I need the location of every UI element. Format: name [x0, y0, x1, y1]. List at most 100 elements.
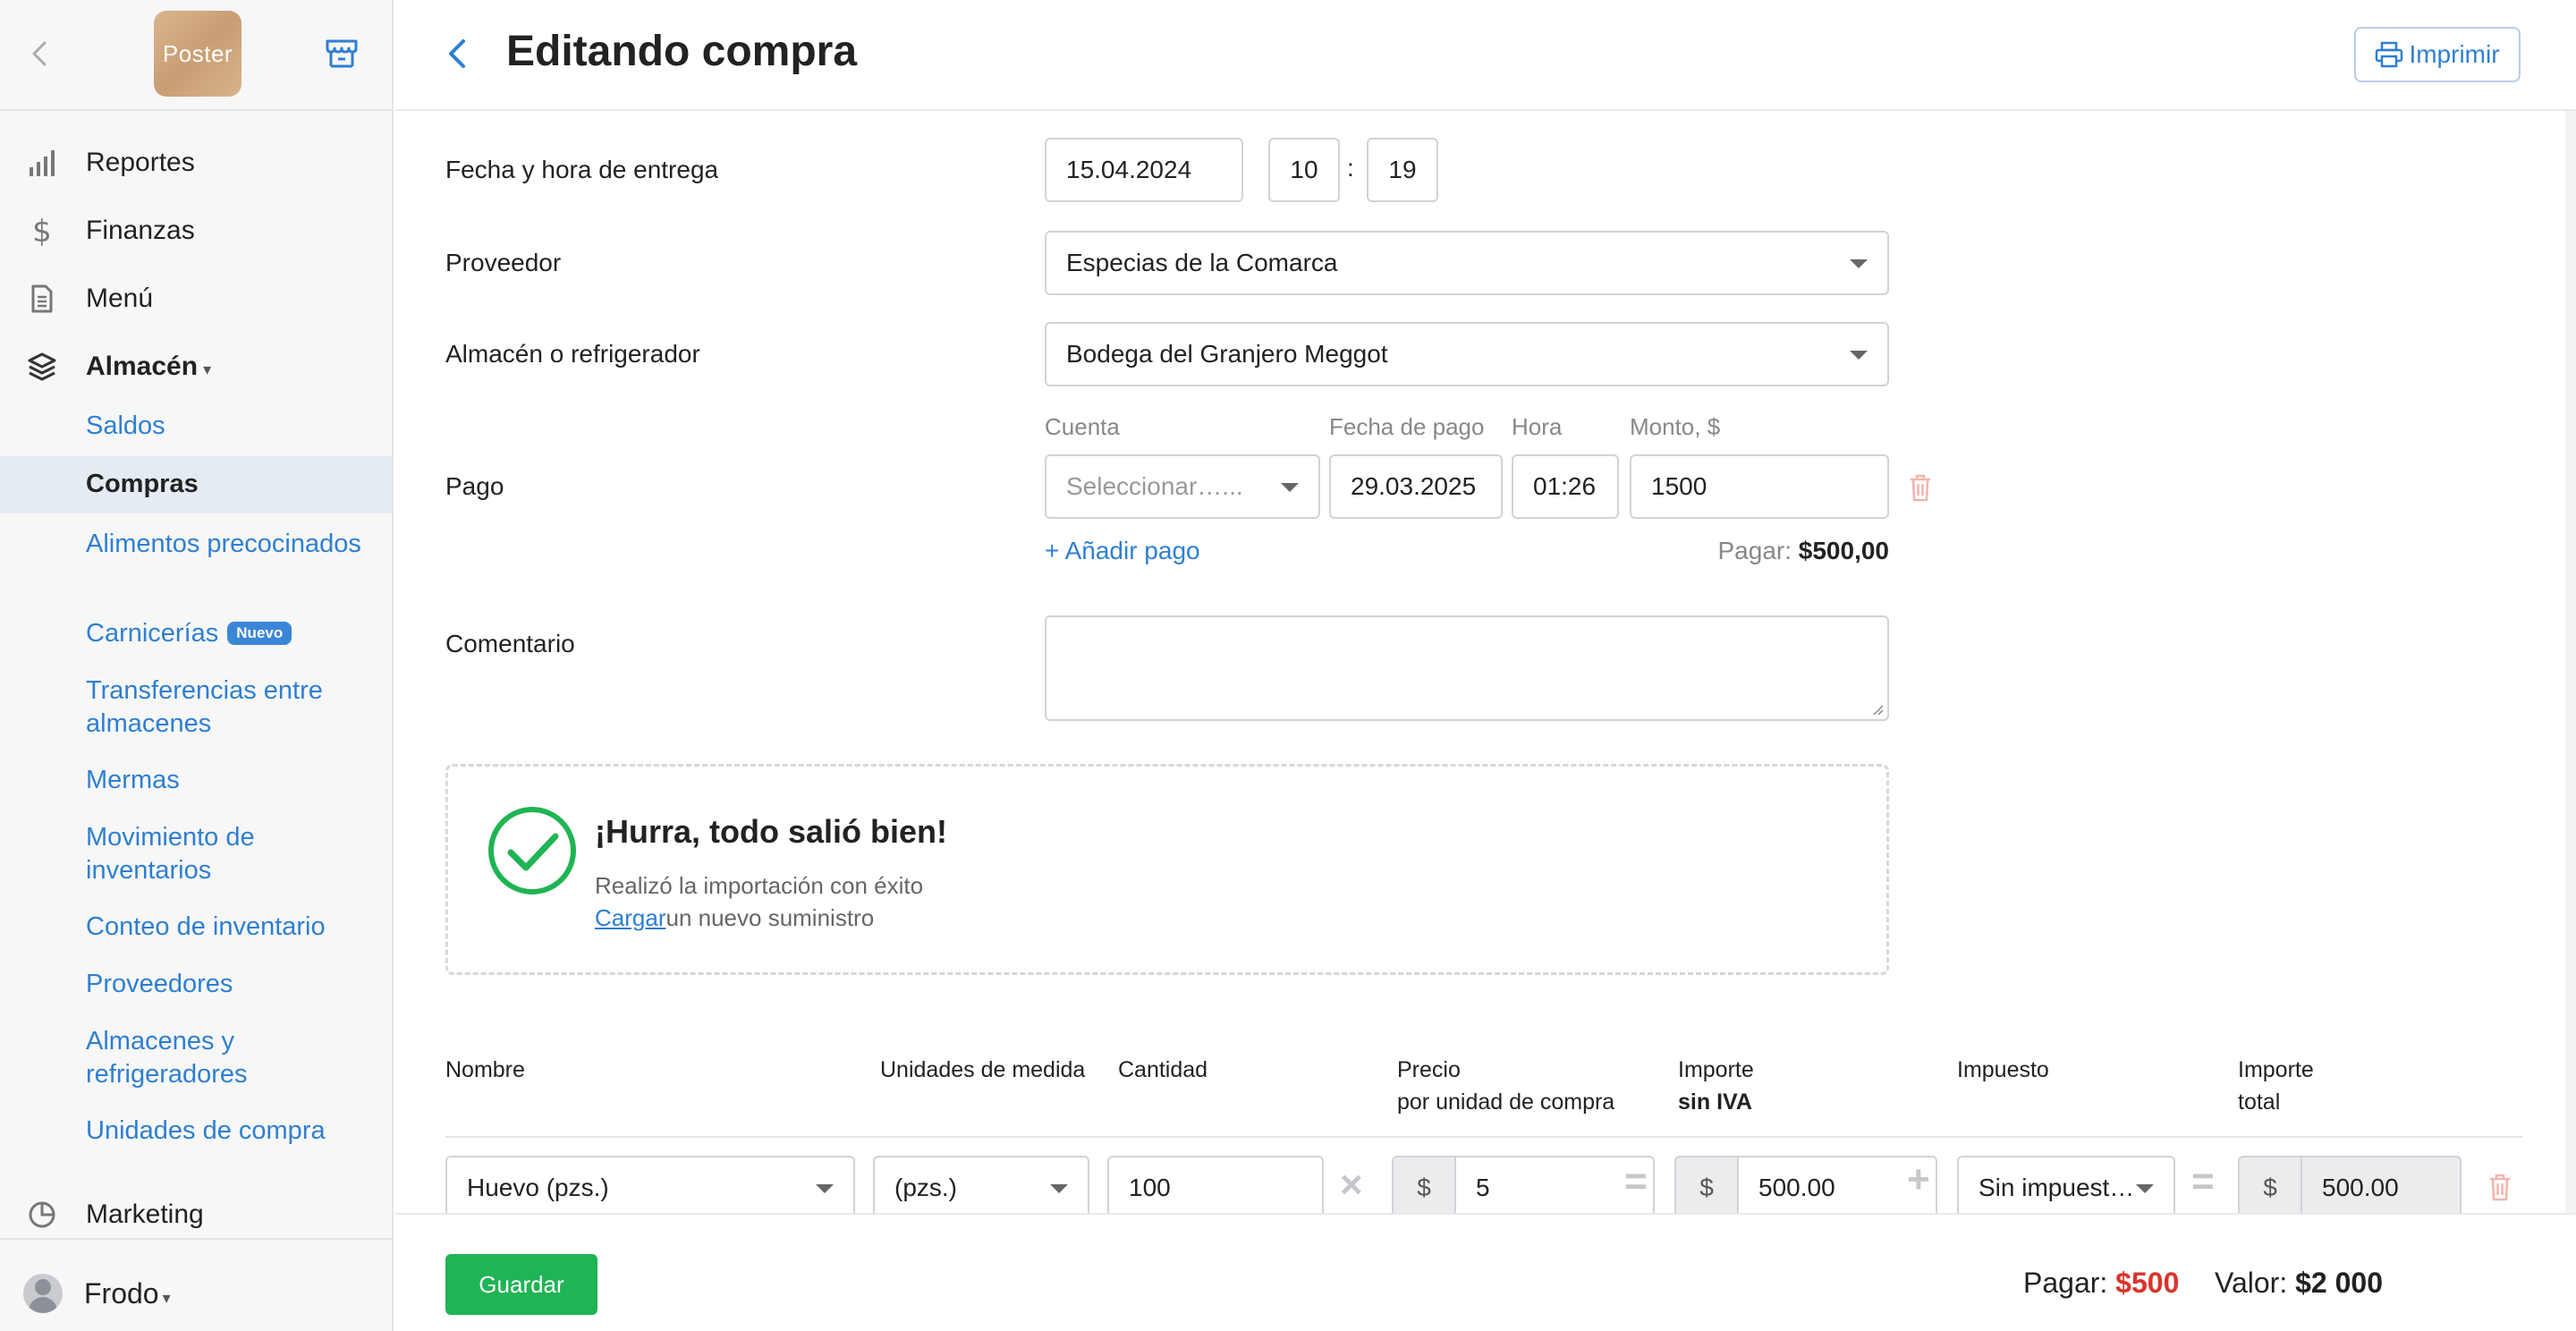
delivery-label: Fecha y hora de entrega — [445, 156, 719, 183]
upload-link[interactable]: Cargar — [595, 904, 665, 931]
sidebar-item-unidades[interactable]: Unidades de compra — [0, 1115, 392, 1150]
add-payment-link[interactable]: + Añadir pago — [1045, 537, 1200, 565]
sidebar-item-label: Carnicerías Nuevo — [86, 617, 372, 650]
document-icon — [31, 284, 53, 313]
sidebar-item-compras[interactable]: Compras — [0, 456, 392, 513]
layers-icon — [28, 352, 56, 381]
delivery-hour-input[interactable]: 10 — [1268, 138, 1340, 202]
nav-label: Menú — [86, 284, 154, 313]
chevron-down-icon — [1281, 483, 1299, 492]
th-total: Importe total — [2238, 1057, 2314, 1115]
th-units: Unidades de medida — [880, 1057, 1086, 1082]
sidebar-item-almacenes[interactable]: Almacenes y refrigeradores — [0, 1025, 392, 1093]
plus-icon: + — [1907, 1157, 1930, 1201]
total-currency: $ — [2238, 1156, 2302, 1213]
total-value: 500.00 — [2302, 1156, 2462, 1213]
quantity-input[interactable]: 100 — [1107, 1156, 1324, 1213]
svg-text:$: $ — [32, 216, 52, 246]
warehouse-label: Almacén o refrigerador — [445, 340, 700, 368]
pay-hour-input[interactable]: 01:26 — [1512, 454, 1619, 519]
payment-total: Pagar: $500,00 — [1717, 537, 1890, 564]
table-divider — [445, 1136, 2522, 1138]
sidebar-item-carnicerias[interactable]: Carnicerías Nuevo — [0, 617, 392, 653]
th-amount: Importe sin IVA — [1678, 1057, 1754, 1115]
success-message: Realizó la importación con éxito — [595, 872, 924, 899]
tax-select[interactable]: Sin impuest… — [1957, 1156, 2175, 1213]
ingredient-select[interactable]: Huevo (pzs.) — [445, 1156, 855, 1213]
ingredient-value: Huevo (pzs.) — [467, 1174, 609, 1201]
check-circle-icon — [488, 807, 576, 894]
dollar-icon: $ — [32, 216, 52, 246]
nav-item-menu[interactable]: Menú — [0, 272, 392, 326]
sidebar-item-proveedores[interactable]: Proveedores — [0, 968, 392, 1004]
chevron-left-icon[interactable] — [27, 36, 54, 72]
pay-amount-input[interactable]: 1500 — [1630, 454, 1889, 519]
sidebar-item-transferencias[interactable]: Transferencias entre almacenes — [0, 674, 392, 742]
nav-label: Almacén ▾ — [86, 352, 212, 381]
sidebar-item-label: Alimentos precocinados — [86, 530, 361, 558]
trash-icon[interactable] — [1907, 472, 1934, 503]
supplier-select[interactable]: Especias de la Comarca — [1045, 231, 1889, 295]
purchase-form: Fecha y hora de entrega 15.04.2024 10 : … — [395, 111, 2576, 1213]
avatar — [23, 1274, 63, 1313]
sidebar-item-movimiento[interactable]: Movimiento de inventarios — [0, 821, 392, 889]
sidebar-header: Poster — [0, 0, 392, 111]
sidebar-item-saldos[interactable]: Saldos — [0, 410, 392, 445]
pay-date-input[interactable]: 29.03.2025 — [1329, 454, 1503, 519]
success-upload-line: Cargarun nuevo suministro — [595, 904, 875, 931]
sidebar-item-alimentos-precocinados[interactable]: Alimentos precocinados — [0, 528, 392, 596]
nav-label: Reportes — [86, 148, 195, 177]
account-select[interactable]: Seleccionar…... — [1045, 454, 1320, 519]
pie-chart-icon — [29, 1201, 55, 1228]
price-currency: $ — [1392, 1156, 1456, 1213]
footer-value-total: Valor: $2 000 — [2215, 1267, 2383, 1299]
delivery-date-input[interactable]: 15.04.2024 — [1045, 138, 1243, 202]
sidebar: Poster Reportes $ Finanzas Menú Almacén … — [0, 0, 394, 1331]
sidebar-item-mermas[interactable]: Mermas — [0, 764, 392, 800]
app-logo[interactable]: Poster — [154, 11, 242, 97]
col-paydate: Fecha de pago — [1329, 413, 1485, 440]
nav-item-reportes[interactable]: Reportes — [0, 136, 392, 190]
success-title: ¡Hurra, todo salió bien! — [595, 813, 948, 850]
time-separator: : — [1347, 154, 1354, 182]
user-menu[interactable]: Frodo ▾ — [0, 1238, 392, 1331]
warehouse-select[interactable]: Bodega del Granjero Meggot — [1045, 322, 1889, 386]
sidebar-item-label: Unidades de compra — [86, 1116, 326, 1145]
col-hour: Hora — [1512, 413, 1563, 440]
th-name: Nombre — [445, 1057, 525, 1082]
new-badge: Nuevo — [227, 622, 292, 645]
col-account: Cuenta — [1045, 413, 1120, 440]
nav-label: Finanzas — [86, 216, 195, 245]
import-success-panel: ¡Hurra, todo salió bien! Realizó la impo… — [445, 764, 1889, 975]
page-header: Editando compra Imprimir — [395, 0, 2576, 111]
equals-icon: = — [2191, 1159, 2215, 1203]
bar-chart-icon — [30, 150, 55, 176]
print-button[interactable]: Imprimir — [2354, 27, 2521, 82]
store-icon[interactable] — [324, 38, 360, 70]
back-arrow-icon[interactable] — [444, 36, 470, 72]
chevron-down-icon — [1050, 1184, 1068, 1193]
nav-item-almacen[interactable]: Almacén ▾ — [0, 340, 392, 394]
unit-select[interactable]: (pzs.) — [873, 1156, 1089, 1213]
print-label: Imprimir — [2409, 40, 2500, 68]
nav-item-marketing[interactable]: Marketing — [0, 1188, 392, 1242]
comment-label: Comentario — [445, 630, 575, 657]
comment-textarea[interactable] — [1045, 615, 1889, 721]
sidebar-item-conteo[interactable]: Conteo de inventario — [0, 911, 392, 946]
trash-icon[interactable] — [2487, 1172, 2513, 1202]
save-button[interactable]: Guardar — [445, 1254, 597, 1315]
delivery-minute-input[interactable]: 19 — [1367, 138, 1438, 202]
sidebar-item-label: Conteo de inventario — [86, 912, 326, 941]
col-amount: Monto, $ — [1630, 413, 1721, 440]
resize-handle-icon[interactable] — [1871, 703, 1884, 716]
tax-value: Sin impuest… — [1979, 1174, 2135, 1201]
sidebar-item-label: Almacenes y refrigeradores — [86, 1027, 248, 1089]
amount-currency: $ — [1674, 1156, 1739, 1213]
th-price: Precio por unidad de compra — [1397, 1057, 1615, 1115]
chevron-down-icon — [816, 1184, 834, 1193]
scrollbar[interactable] — [2565, 111, 2576, 1213]
supplier-label: Proveedor — [445, 249, 562, 276]
times-icon: × — [1340, 1163, 1363, 1207]
nav-item-finanzas[interactable]: $ Finanzas — [0, 204, 392, 258]
unit-value: (pzs.) — [894, 1174, 957, 1201]
